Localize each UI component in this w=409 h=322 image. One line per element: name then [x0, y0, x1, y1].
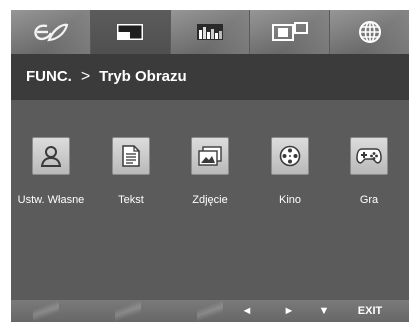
dual-screen-icon: [271, 22, 308, 41]
mode-cinema-button[interactable]: [271, 137, 309, 175]
right-arrow-button[interactable]: ►: [279, 300, 299, 322]
mode-label: Gra: [359, 194, 379, 206]
tab-dual-screen[interactable]: [250, 10, 331, 54]
picture-mode-panel: Ustw. Własne Tekst Zdjęcie Kino Gra: [11, 100, 409, 300]
osd-tab-bar: [11, 10, 409, 54]
down-arrow-button[interactable]: ▼: [314, 300, 334, 322]
mode-text[interactable]: Tekst: [91, 137, 171, 206]
mode-photo-button[interactable]: [191, 137, 229, 175]
photo-icon: [198, 146, 222, 166]
left-arrow-button[interactable]: ◄: [237, 300, 257, 322]
decorative-streak: [33, 300, 59, 322]
breadcrumb: FUNC. > Tryb Obrazu: [26, 68, 187, 86]
picture-settings-icon: [34, 23, 69, 42]
mode-label: Zdjęcie: [192, 194, 228, 206]
document-icon: [122, 145, 140, 167]
breadcrumb-separator: >: [80, 68, 91, 85]
user-icon: [40, 146, 62, 167]
picture-mode-icon: [117, 24, 144, 40]
film-reel-icon: [279, 145, 301, 167]
tab-language[interactable]: [330, 10, 409, 54]
gamepad-icon: [356, 148, 382, 164]
mode-label: Ustw. Własne: [17, 194, 85, 206]
language-globe-icon: [358, 21, 381, 43]
monitor-osd-menu: FUNC. > Tryb Obrazu Ustw. Własne Tekst Z…: [11, 10, 409, 322]
mode-user-button[interactable]: [32, 137, 70, 175]
breadcrumb-menu: FUNC.: [26, 68, 72, 85]
mode-text-button[interactable]: [112, 137, 150, 175]
breadcrumb-submenu: Tryb Obrazu: [99, 68, 187, 85]
mode-cinema[interactable]: Kino: [250, 137, 330, 206]
mode-label: Tekst: [118, 194, 144, 206]
osd-title-bar: FUNC. > Tryb Obrazu: [11, 54, 409, 100]
mode-label: Kino: [278, 194, 302, 206]
osd-button-guide: ◄ ► ▼ EXIT: [11, 300, 409, 322]
color-adjust-icon: [196, 24, 223, 40]
decorative-streak: [197, 300, 223, 322]
decorative-streak: [115, 300, 141, 322]
mode-photo[interactable]: Zdjęcie: [170, 137, 250, 206]
exit-button[interactable]: EXIT: [350, 300, 390, 322]
mode-game[interactable]: Gra: [329, 137, 409, 206]
mode-user-settings[interactable]: Ustw. Własne: [11, 137, 91, 206]
tab-picture-mode[interactable]: [90, 10, 171, 54]
mode-game-button[interactable]: [350, 137, 388, 175]
tab-picture-settings[interactable]: [11, 10, 91, 54]
tab-color-adjust[interactable]: [170, 10, 251, 54]
